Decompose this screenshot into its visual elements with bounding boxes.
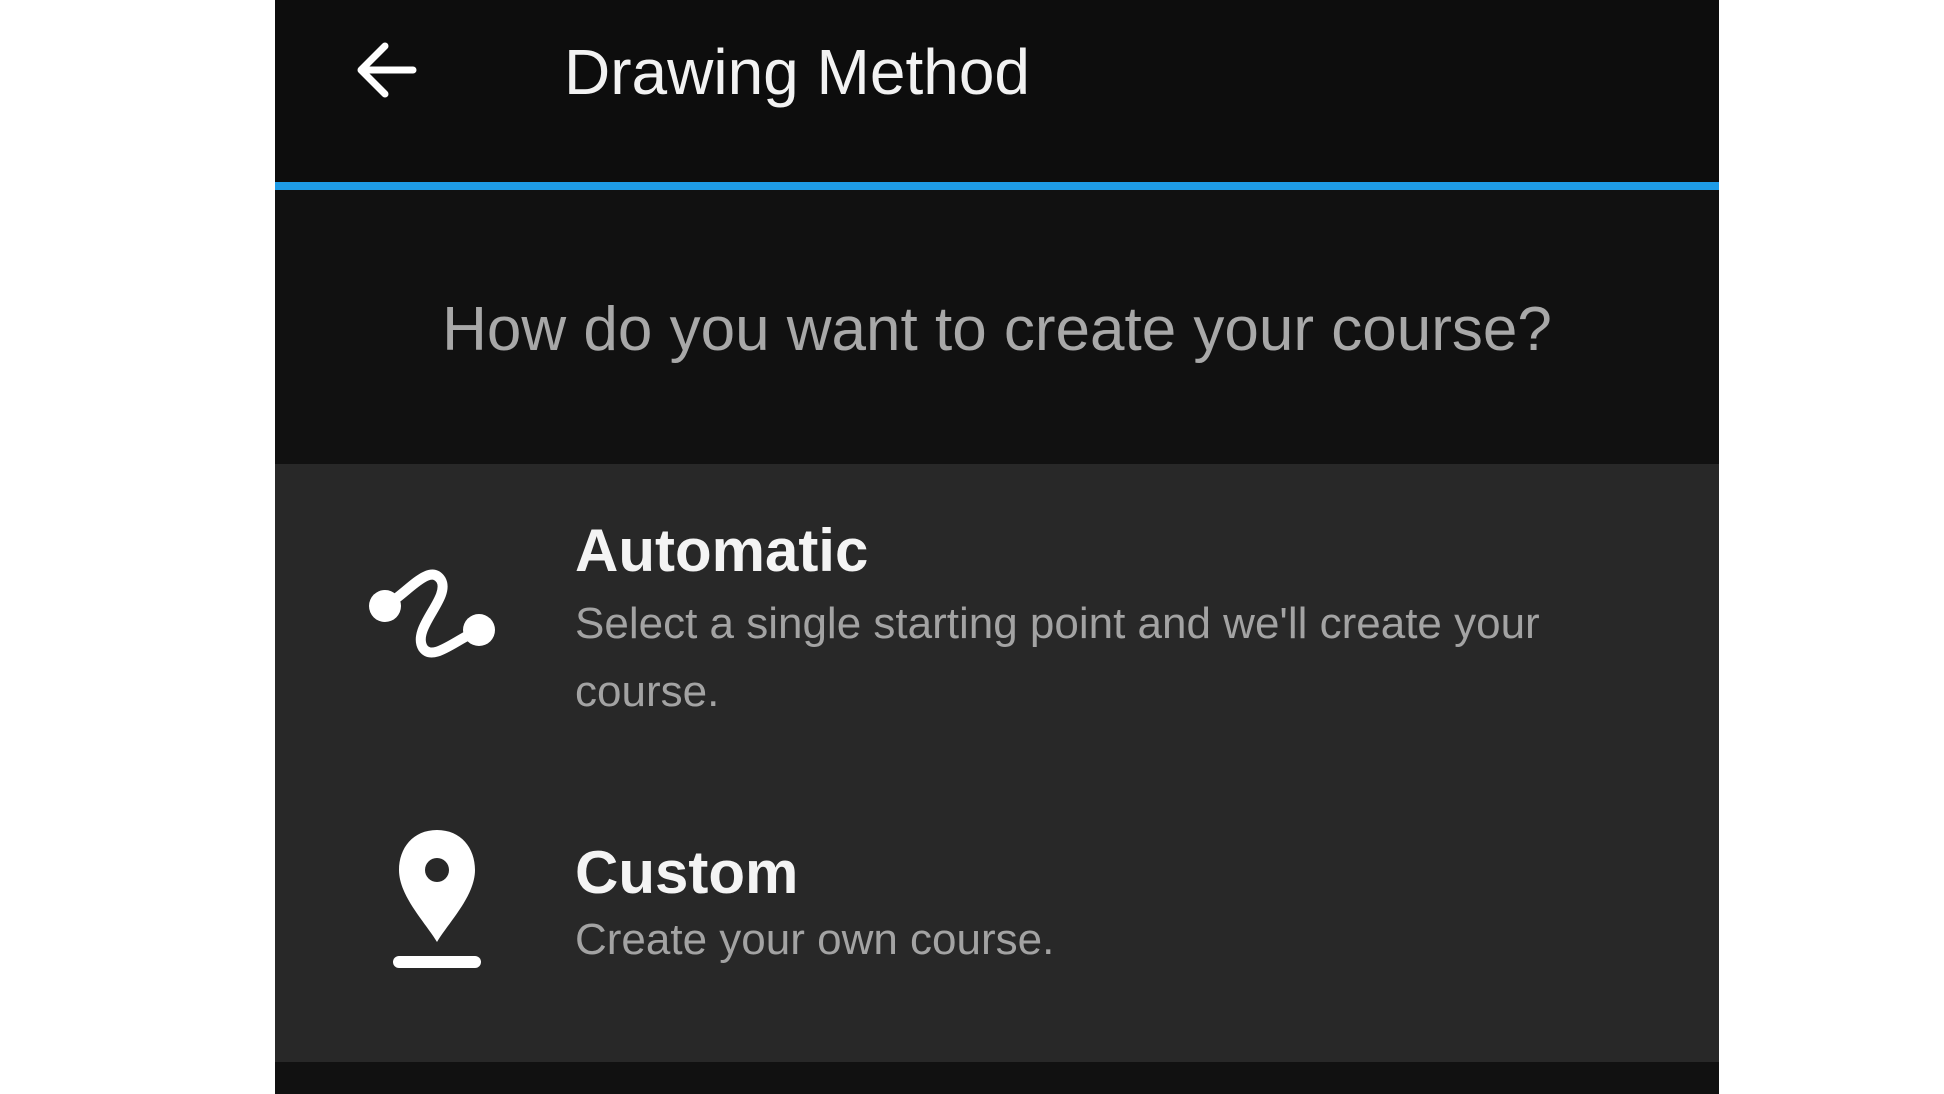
custom-option[interactable]: Custom Create your own course.	[275, 786, 1719, 1062]
app-screen: Drawing Method How do you want to create…	[275, 0, 1719, 1094]
question-section: How do you want to create your course?	[275, 190, 1719, 464]
route-squiggle-icon	[369, 569, 495, 658]
automatic-title: Automatic	[575, 517, 869, 584]
accent-divider	[275, 182, 1719, 190]
location-pin-icon	[393, 830, 481, 968]
back-button[interactable]	[345, 28, 429, 112]
options-list: Automatic Select a single starting point…	[275, 464, 1719, 1062]
automatic-description: Select a single starting point and we'll…	[575, 599, 1540, 716]
question-text: How do you want to create your course?	[442, 295, 1552, 364]
custom-description: Create your own course.	[575, 915, 1055, 964]
bottom-band	[275, 1062, 1719, 1094]
app-bar: Drawing Method	[275, 0, 1719, 182]
custom-title: Custom	[575, 839, 799, 906]
page-title: Drawing Method	[564, 36, 1030, 108]
arrow-left-icon	[357, 42, 417, 98]
automatic-option[interactable]: Automatic Select a single starting point…	[275, 464, 1719, 786]
